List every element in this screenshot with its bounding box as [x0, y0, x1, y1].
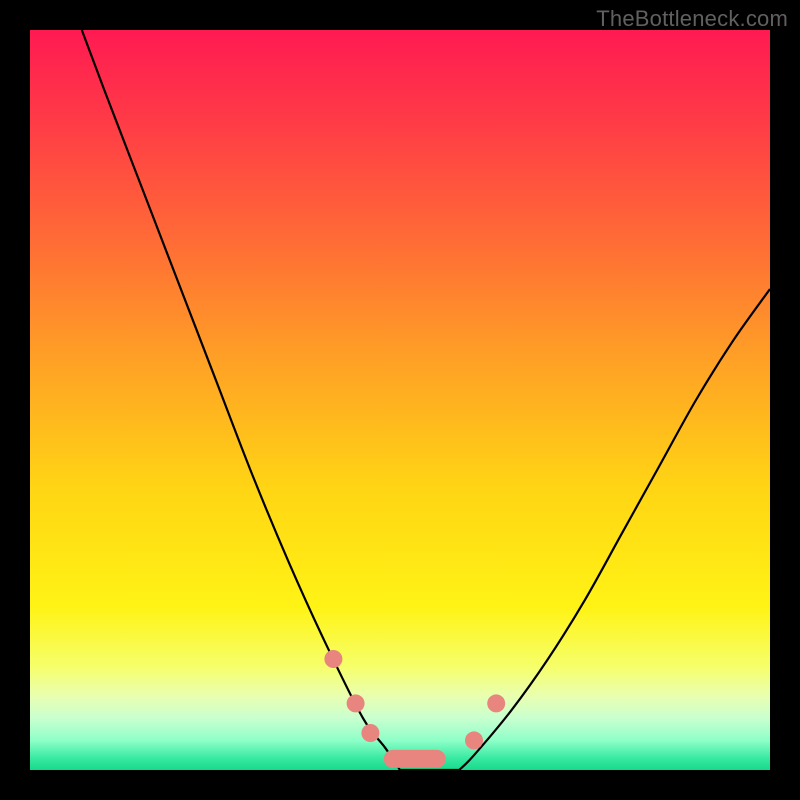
marker-dot — [384, 750, 446, 768]
marker-dot — [487, 694, 505, 712]
plot-area — [30, 30, 770, 770]
marker-dot — [361, 724, 379, 742]
marker-dot — [324, 650, 342, 668]
gradient-background — [30, 30, 770, 770]
marker-dot — [465, 731, 483, 749]
chart-frame: TheBottleneck.com — [0, 0, 800, 800]
watermark-text: TheBottleneck.com — [596, 6, 788, 32]
bottleneck-chart — [30, 30, 770, 770]
marker-dot — [347, 694, 365, 712]
